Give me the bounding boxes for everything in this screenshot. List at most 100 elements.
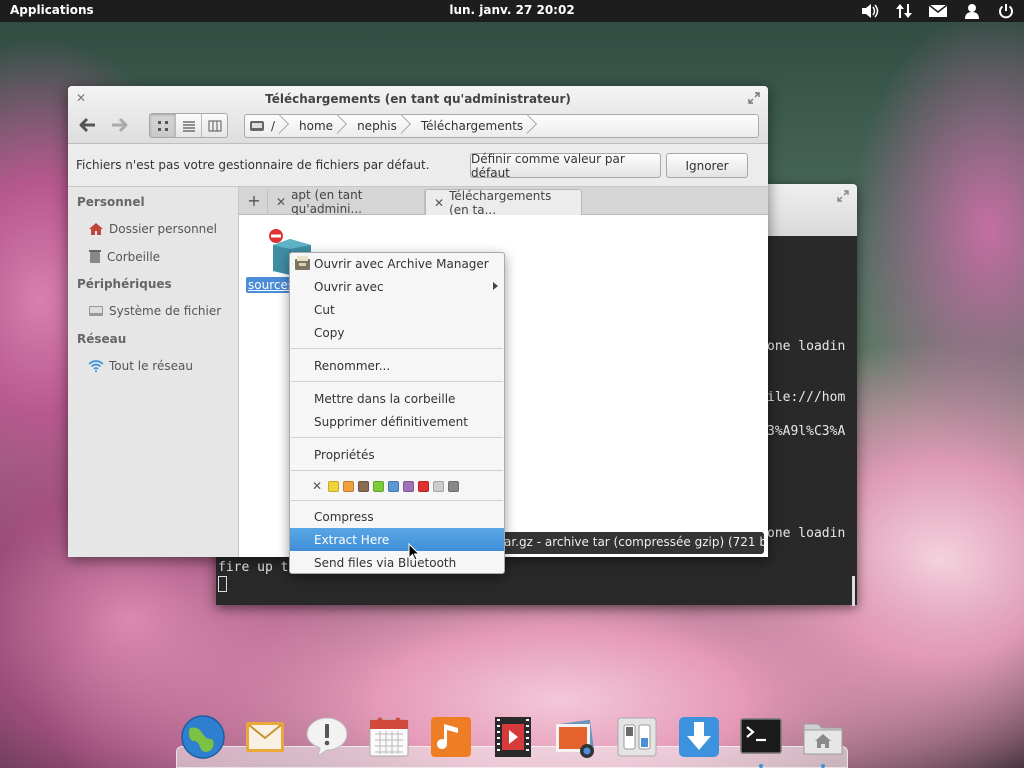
menu-extract-here[interactable]: Extract Here (290, 528, 504, 551)
wifi-icon (88, 360, 104, 372)
menu-compress[interactable]: Compress (290, 505, 504, 528)
music-icon[interactable] (428, 714, 474, 760)
running-indicator (759, 764, 763, 768)
terminal-line: one loadin (767, 526, 846, 541)
sidebar-heading-devices: Périphériques (77, 277, 172, 291)
color-tag-swatch-8[interactable] (433, 480, 445, 492)
mouse-cursor-icon (408, 542, 421, 564)
menu-rename[interactable]: Renommer... (290, 354, 504, 377)
breadcrumb-downloads[interactable]: Téléchargements (411, 115, 537, 137)
terminal-line: 3%A9l%C3%A (767, 424, 846, 439)
photos-icon[interactable] (552, 714, 598, 760)
color-tag-swatch-4[interactable] (373, 480, 385, 492)
columns-icon (208, 120, 221, 131)
sidebar-heading-network: Réseau (77, 332, 127, 346)
breadcrumb-nephis[interactable]: nephis (347, 115, 411, 137)
network-icon[interactable] (894, 2, 914, 20)
file-tooltip: ar.gz - archive tar (compressée gzip) (7… (500, 532, 764, 554)
sidebar-item-filesystem[interactable]: Système de fichier (88, 304, 221, 318)
home-folder-icon[interactable] (800, 714, 846, 760)
breadcrumb-root[interactable]: / (245, 115, 289, 137)
color-tag-swatch-3[interactable] (358, 480, 370, 492)
volume-icon[interactable] (860, 2, 880, 20)
menu-properties[interactable]: Propriétés (290, 443, 504, 466)
set-default-button[interactable]: Définir comme valeur par défaut (470, 152, 661, 180)
terminal-line: fire up t (218, 560, 289, 575)
trash-icon (89, 250, 101, 263)
menu-send-via-bluetooth[interactable]: Send files via Bluetooth (290, 551, 504, 574)
tab-apt[interactable]: ✕ apt (en tant qu'admini... (267, 188, 425, 216)
submenu-arrow-icon (493, 282, 498, 290)
sidebar-item-home[interactable]: Dossier personnel (88, 222, 217, 236)
color-tag-swatch-9[interactable] (448, 480, 460, 492)
menu-separator (291, 348, 503, 349)
notification-icon[interactable] (304, 714, 350, 760)
applications-menu[interactable]: Applications (10, 3, 94, 17)
sidebar-heading-personal: Personnel (77, 195, 145, 209)
grid-icon (157, 120, 168, 131)
context-menu: Ouvrir avec Archive Manager Ouvrir avec … (289, 252, 505, 574)
path-bar[interactable]: / home nephis Téléchargements (244, 114, 759, 138)
color-tag-swatch-5[interactable] (388, 480, 400, 492)
sidebar: Personnel Dossier personnel Corbeille Pé… (68, 187, 239, 557)
menu-open-with[interactable]: Ouvrir avec (290, 275, 504, 298)
menu-open-with-archive-manager[interactable]: Ouvrir avec Archive Manager (290, 252, 504, 275)
color-tag-swatch-2[interactable] (343, 480, 355, 492)
maximize-icon[interactable] (837, 190, 849, 205)
menu-move-to-trash[interactable]: Mettre dans la corbeille (290, 387, 504, 410)
close-icon[interactable]: ✕ (276, 195, 286, 209)
terminal-scrollbar[interactable] (852, 576, 855, 606)
list-icon (182, 120, 195, 132)
calendar-icon[interactable] (366, 714, 412, 760)
top-panel: Applications lun. janv. 27 20:02 (0, 0, 1024, 22)
terminal-icon[interactable] (738, 714, 784, 760)
system-tray (860, 2, 1016, 20)
new-tab-button[interactable]: + (243, 191, 265, 211)
power-icon[interactable] (996, 2, 1016, 20)
window-title: Téléchargements (en tant qu'administrate… (265, 92, 571, 106)
tab-downloads[interactable]: ✕ Téléchargements (en ta... (425, 189, 582, 217)
sidebar-item-trash[interactable]: Corbeille (88, 249, 160, 264)
color-tag-swatch-6[interactable] (403, 480, 415, 492)
drive-icon (89, 306, 103, 316)
icon-view-button[interactable] (150, 114, 176, 137)
drive-icon (250, 121, 264, 131)
mail-icon[interactable] (928, 2, 948, 20)
menu-copy[interactable]: Copy (290, 321, 504, 344)
settings-icon[interactable] (614, 714, 660, 760)
terminal-line: one loadin (767, 339, 846, 354)
video-icon[interactable] (490, 714, 536, 760)
downloads-icon[interactable] (676, 714, 722, 760)
menu-separator (291, 437, 503, 438)
menu-cut[interactable]: Cut (290, 298, 504, 321)
maximize-icon[interactable] (748, 92, 760, 107)
tab-bar: + ✕ apt (en tant qu'admini... ✕ Téléchar… (239, 187, 768, 217)
infobar-message: Fichiers n'est pas votre gestionnaire de… (76, 158, 430, 172)
menu-separator (291, 470, 503, 471)
close-icon[interactable]: ✕ (434, 196, 444, 210)
sidebar-item-all-network[interactable]: Tout le réseau (88, 359, 193, 373)
terminal-line: ile:///hom (767, 390, 846, 405)
user-icon[interactable] (962, 2, 982, 20)
clear-color-icon[interactable]: ✕ (312, 479, 322, 493)
color-tag-row: ✕ (312, 479, 460, 493)
color-tag-swatch-7[interactable] (418, 480, 430, 492)
dock (176, 712, 848, 768)
color-tag-swatch-1[interactable] (328, 480, 340, 492)
default-app-infobar: Fichiers n'est pas votre gestionnaire de… (68, 144, 768, 187)
forward-button[interactable] (110, 115, 130, 138)
list-view-button[interactable] (176, 114, 202, 137)
breadcrumb-home[interactable]: home (289, 115, 347, 137)
clock[interactable]: lun. janv. 27 20:02 (449, 3, 574, 17)
terminal-cursor (218, 576, 227, 592)
ignore-button[interactable]: Ignorer (666, 153, 748, 178)
menu-delete-permanently[interactable]: Supprimer définitivement (290, 410, 504, 433)
window-header: ✕ Téléchargements (en tant qu'administra… (68, 86, 768, 144)
back-button[interactable] (77, 115, 97, 138)
menu-separator (291, 381, 503, 382)
archive-manager-icon (294, 255, 312, 275)
column-view-button[interactable] (202, 114, 227, 137)
menu-separator (291, 500, 503, 501)
mail-icon[interactable] (242, 714, 288, 760)
browser-icon[interactable] (180, 714, 226, 760)
